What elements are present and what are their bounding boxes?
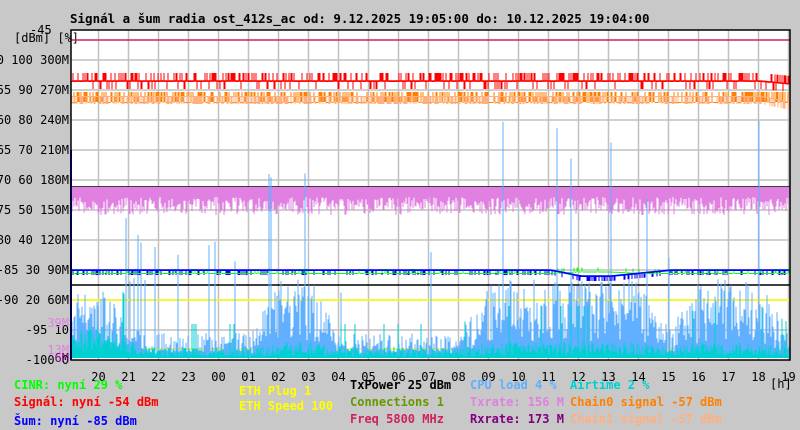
y-tick-label: -50 100 300M (0, 53, 69, 67)
legend-txpower: TxPower 25 dBm (350, 378, 452, 392)
x-tick-label: 01 (241, 370, 255, 384)
x-tick-label: 02 (271, 370, 285, 384)
y-tick-label: -85 30 90M (0, 263, 69, 277)
x-unit-label: [h] (770, 377, 792, 391)
y-tick-label: -60 80 240M (0, 113, 69, 127)
x-tick-label: 03 (301, 370, 315, 384)
legend-connections: Connections 1 (350, 395, 444, 409)
y-tick-label: -65 70 210M (0, 143, 69, 157)
legend-chain1: Chain1 signal -57 dBm (570, 412, 722, 426)
legend-airtime: Airtime 2 % (570, 378, 650, 392)
x-tick-label: 17 (721, 370, 735, 384)
y-tick-label: -75 50 150M (0, 203, 69, 217)
axis-marker-label: 6M (55, 351, 69, 365)
x-tick-label: 23 (181, 370, 195, 384)
legend-cinr: CINR: nyní 29 % (14, 378, 123, 392)
x-tick-label: 21 (121, 370, 135, 384)
y-tick-label: -80 40 120M (0, 233, 69, 247)
y-tick-label: -70 60 180M (0, 173, 69, 187)
y-unit-label: [dBm] [%] (14, 31, 79, 45)
axis-marker-label: 39M (47, 316, 69, 330)
legend-freq: Freq 5800 MHz (350, 412, 444, 426)
x-tick-label: 22 (151, 370, 165, 384)
legend-rxrate: Rxrate: 173 M (470, 412, 564, 426)
legend-cpu-load: CPU load 4 % (470, 378, 557, 392)
x-tick-label: 18 (751, 370, 765, 384)
legend-txrate: Txrate: 156 M (470, 395, 564, 409)
x-tick-label: 04 (331, 370, 345, 384)
legend-signal: Signál: nyní -54 dBm (14, 395, 159, 409)
legend-noise: Šum: nyní -85 dBm (14, 414, 137, 428)
y-tick-label: -55 90 270M (0, 83, 69, 97)
legend-eth-speed: ETH Speed 100 (239, 399, 333, 413)
chart: -45[dBm] [%]-50 100 300M-55 90 270M-60 8… (0, 23, 796, 391)
y-tick-label: -90 20 60M (0, 293, 69, 307)
legend-chain0: Chain0 signal -57 dBm (570, 395, 722, 409)
x-tick-label: 15 (661, 370, 675, 384)
x-tick-label: 08 (451, 370, 465, 384)
legend-eth-plug: ETH Plug 1 (239, 384, 312, 398)
x-tick-label: 00 (211, 370, 225, 384)
x-tick-label: 16 (691, 370, 705, 384)
